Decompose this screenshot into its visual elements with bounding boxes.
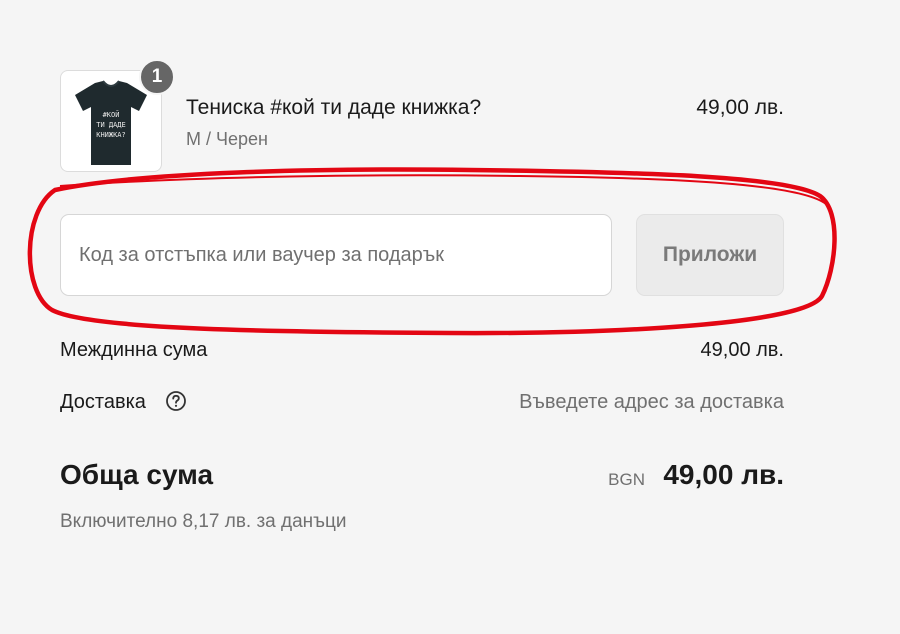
total-value: 49,00 лв. (663, 459, 784, 490)
tax-note: Включително 8,17 лв. за данъци (60, 511, 347, 532)
question-circle-icon[interactable] (165, 390, 187, 412)
discount-code-input[interactable] (60, 214, 612, 296)
shipping-label: Доставка (60, 391, 146, 413)
apply-discount-button[interactable]: Приложи (636, 214, 784, 296)
order-summary-page: #КОЙ ТИ ДАДЕ КНИЖКА? 1 Тениска #кой ти д… (0, 0, 900, 634)
product-price: 49,00 лв. (696, 96, 784, 119)
tshirt-icon: #КОЙ ТИ ДАДЕ КНИЖКА? (75, 80, 147, 165)
total-currency: BGN (608, 470, 645, 489)
shipping-value: Въведете адрес за доставка (519, 391, 784, 413)
subtotal-label: Междинна сума (60, 339, 208, 361)
product-variant: M / Черен (186, 129, 268, 149)
svg-text:#КОЙ: #КОЙ (103, 110, 120, 119)
quantity-badge: 1 (139, 59, 175, 95)
product-title: Тениска #кой ти даде книжка? (186, 96, 482, 119)
subtotal-value: 49,00 лв. (700, 339, 784, 361)
total-label: Обща сума (60, 459, 214, 490)
svg-text:ТИ ДАДЕ: ТИ ДАДЕ (96, 121, 126, 129)
svg-text:КНИЖКА?: КНИЖКА? (96, 131, 126, 139)
